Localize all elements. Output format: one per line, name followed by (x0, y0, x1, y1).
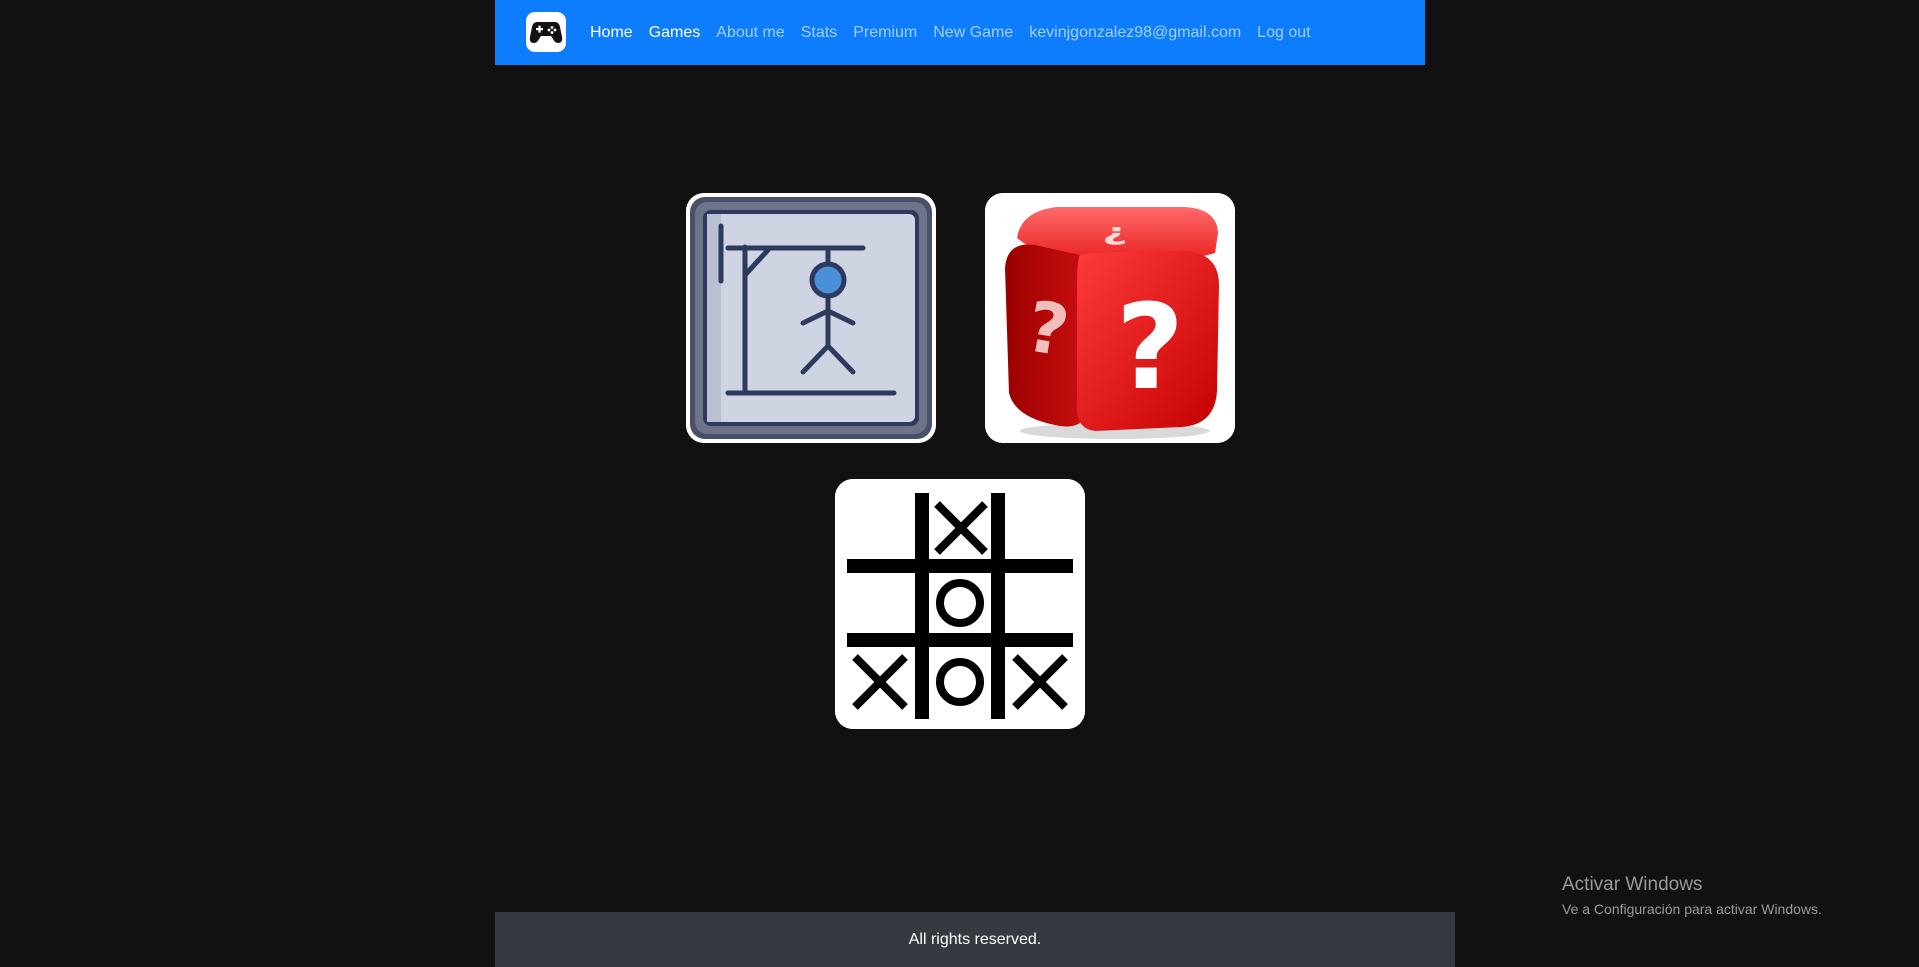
svg-text:?: ? (1102, 221, 1128, 249)
nav-logout-link[interactable]: Log out (1257, 24, 1310, 42)
footer: All rights reserved. (495, 912, 1455, 967)
nav-about-link[interactable]: About me (716, 24, 784, 42)
nav-home-link[interactable]: Home (590, 24, 633, 42)
game-card-tictactoe[interactable] (835, 479, 1085, 729)
tic-tac-toe-icon (835, 479, 1085, 729)
nav-games-link[interactable]: Games (649, 24, 701, 42)
nav-new-game-link[interactable]: New Game (933, 24, 1013, 42)
watermark-subtitle: Ve a Configuración para activar Windows. (1562, 901, 1822, 917)
page: Home Games About me Stats Premium New Ga… (0, 0, 1919, 967)
gamepad-icon (529, 22, 563, 43)
windows-activation-watermark: Activar Windows Ve a Configuración para … (1562, 873, 1822, 919)
svg-text:?: ? (1116, 278, 1184, 416)
watermark-title: Activar Windows (1562, 874, 1703, 895)
game-card-dice[interactable]: ? ? ? (985, 193, 1235, 443)
red-question-dice-icon: ? ? ? (985, 193, 1235, 443)
brand-logo[interactable] (526, 12, 566, 52)
hangman-icon (686, 193, 936, 443)
game-card-hangman[interactable] (686, 193, 936, 443)
nav-user-email-link[interactable]: kevinjgonzalez98@gmail.com (1029, 24, 1241, 42)
nav-premium-link[interactable]: Premium (853, 24, 917, 42)
navbar: Home Games About me Stats Premium New Ga… (495, 0, 1425, 65)
nav-links: Home Games About me Stats Premium New Ga… (590, 0, 1327, 65)
nav-stats-link[interactable]: Stats (801, 24, 837, 42)
footer-text: All rights reserved. (908, 930, 1042, 948)
